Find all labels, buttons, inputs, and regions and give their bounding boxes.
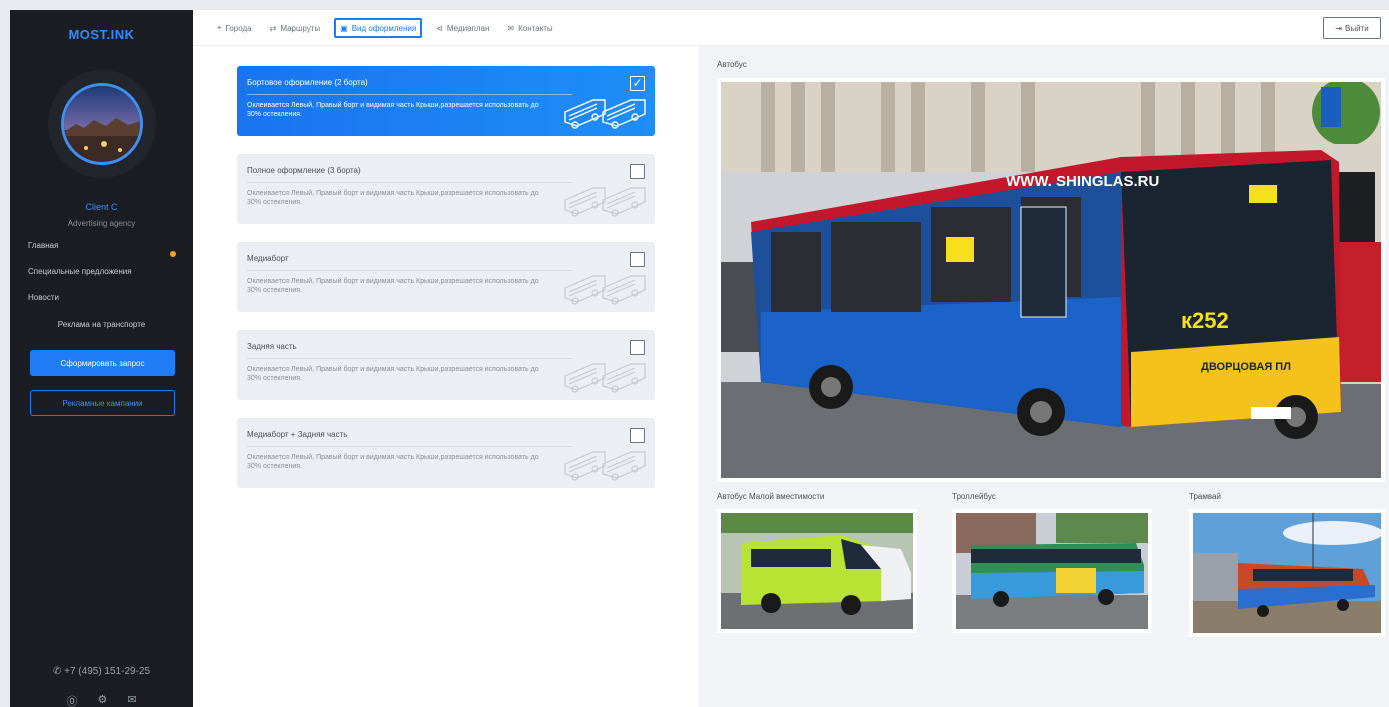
option-description: Оклеивается Левый, Правый борт и видимая… — [247, 102, 539, 118]
option-description: Оклеивается Левый, Правый борт и видимая… — [247, 454, 539, 470]
option-description: Оклеивается Левый, Правый борт и видимая… — [247, 366, 539, 382]
mail-icon: ✉ — [507, 23, 515, 33]
tab-routes[interactable]: ⇄ Маршруты — [266, 18, 325, 38]
tab-label: Контакты — [518, 23, 553, 33]
pin-icon: ⌖ — [217, 23, 222, 32]
notification-dot — [170, 251, 176, 257]
nav-item-home[interactable]: Главная — [28, 241, 58, 250]
option-checkbox[interactable] — [630, 428, 645, 443]
tram-photo — [1193, 513, 1381, 633]
bus-photo-canvas: к252 WWW. SHINGLAS.RU ДВОРЦОВАЯ ПЛ — [721, 82, 1381, 478]
option-title: Полное оформление (3 борта) — [247, 166, 361, 175]
megaphone-icon: ⊲ — [436, 23, 443, 33]
logout-button[interactable]: ⇥ Выйти — [1323, 17, 1381, 39]
option-card[interactable]: Бортовое оформление (2 борта) Оклеиваетс… — [237, 66, 655, 136]
route-icon: ⇄ — [269, 23, 277, 33]
tab-design-type[interactable]: ▣ Вид оформления — [334, 18, 423, 38]
phone-number[interactable]: ✆ +7 (495) 151-29-25 — [10, 666, 193, 677]
divider — [247, 270, 572, 271]
thumb-label-trolleybus: Троллейбус — [952, 492, 996, 501]
phone-icon: ✆ — [52, 666, 65, 677]
bottom-icons: ⓪ ⚙ ✉ — [10, 693, 193, 707]
thumb-label-minibus: Автобус Малой вместимости — [717, 492, 825, 501]
top-bar: ⌖ Города ⇄ Маршруты ▣ Вид оформления ⊲ Медиа… — [193, 10, 1389, 46]
divider — [247, 94, 572, 95]
create-request-button[interactable]: Сформировать запрос — [30, 350, 175, 376]
bus-outline-icon — [564, 275, 646, 305]
nav-item-transport-ads[interactable]: Реклама на транспорте — [10, 320, 193, 329]
option-title: Задняя часть — [247, 342, 297, 351]
option-checkbox[interactable] — [630, 340, 645, 355]
avatar[interactable] — [60, 83, 143, 165]
bus-outline-icon — [564, 99, 646, 129]
logout-label: Выйти — [1345, 23, 1369, 33]
tab-cities[interactable]: ⌖ Города — [213, 18, 256, 38]
option-card[interactable]: Полное оформление (3 борта) Оклеивается … — [237, 154, 655, 224]
logo[interactable]: MOST.INK — [10, 27, 193, 42]
options-panel: Бортовое оформление (2 борта) Оклеиваетс… — [193, 46, 698, 707]
main-bus-photo[interactable]: к252 WWW. SHINGLAS.RU ДВОРЦОВАЯ ПЛ — [717, 78, 1385, 482]
option-card[interactable]: Задняя часть Оклеивается Левый, Правый б… — [237, 330, 655, 400]
preview-panel: Автобус к252 WWW. SHINGLAS.RU ДВОРЦОВАЯ … — [698, 46, 1389, 707]
option-checkbox[interactable] — [630, 252, 645, 267]
tab-label: Медиаплан — [446, 23, 490, 33]
client-name[interactable]: Client C — [10, 202, 193, 212]
option-description: Оклеивается Левый, Правый борт и видимая… — [247, 278, 539, 294]
bus-outline-icon — [564, 451, 646, 481]
option-title: Медиаборт — [247, 254, 289, 263]
tab-label: Города — [225, 23, 252, 33]
trolleybus-photo — [956, 513, 1148, 629]
nav-item-news[interactable]: Новости — [28, 293, 59, 302]
ad-campaigns-button[interactable]: Рекламные кампании — [30, 390, 175, 416]
tab-contacts[interactable]: ✉ Контакты — [503, 18, 556, 38]
check-icon: ✓ — [632, 76, 643, 90]
divider — [247, 182, 572, 183]
nav-item-special-offers[interactable]: Специальные предложения — [28, 267, 132, 276]
bus-outline-icon — [564, 363, 646, 393]
trolleybus-thumbnail[interactable] — [952, 509, 1152, 633]
bus-outline-icon — [564, 187, 646, 217]
option-checkbox[interactable] — [630, 164, 645, 179]
option-description: Оклеивается Левый, Правый борт и видимая… — [247, 190, 539, 206]
bus-site-text: WWW. SHINGLAS.RU — [1006, 173, 1159, 190]
settings-icon[interactable]: ⚙ — [97, 693, 107, 707]
divider — [247, 358, 572, 359]
route-number: к252 — [1181, 308, 1229, 333]
tab-mediaplan[interactable]: ⊲ Медиаплан — [432, 18, 493, 38]
divider — [247, 446, 572, 447]
bus-icon: ▣ — [340, 23, 348, 33]
bus-destination: ДВОРЦОВАЯ ПЛ — [1201, 361, 1291, 373]
sidebar: MOST.INK Client C Advertising agency Гла… — [10, 10, 193, 707]
option-card[interactable]: Медиаборт Оклеивается Левый, Правый борт… — [237, 242, 655, 312]
option-checkbox[interactable]: ✓ — [630, 76, 645, 91]
phone-text: +7 (495) 151-29-25 — [64, 666, 151, 677]
minibus-thumbnail[interactable] — [717, 509, 917, 633]
mail-icon[interactable]: ✉ — [127, 693, 136, 707]
option-title: Бортовое оформление (2 борта) — [247, 78, 368, 87]
thumb-label-tram: Трамвай — [1189, 492, 1221, 501]
minibus-photo — [721, 513, 913, 629]
tram-thumbnail[interactable] — [1189, 509, 1385, 637]
help-icon[interactable]: ⓪ — [66, 693, 77, 707]
client-role: Advertising agency — [67, 219, 136, 228]
option-title: Медиаборт + Задняя часть — [247, 430, 348, 439]
option-card[interactable]: Медиаборт + Задняя часть Оклеивается Лев… — [237, 418, 655, 488]
tab-label: Вид оформления — [351, 23, 417, 33]
tab-label: Маршруты — [280, 23, 321, 33]
logout-icon: ⇥ — [1335, 23, 1342, 33]
tabs: ⌖ Города ⇄ Маршруты ▣ Вид оформления ⊲ Медиа… — [213, 18, 557, 38]
preview-title: Автобус — [717, 60, 747, 69]
